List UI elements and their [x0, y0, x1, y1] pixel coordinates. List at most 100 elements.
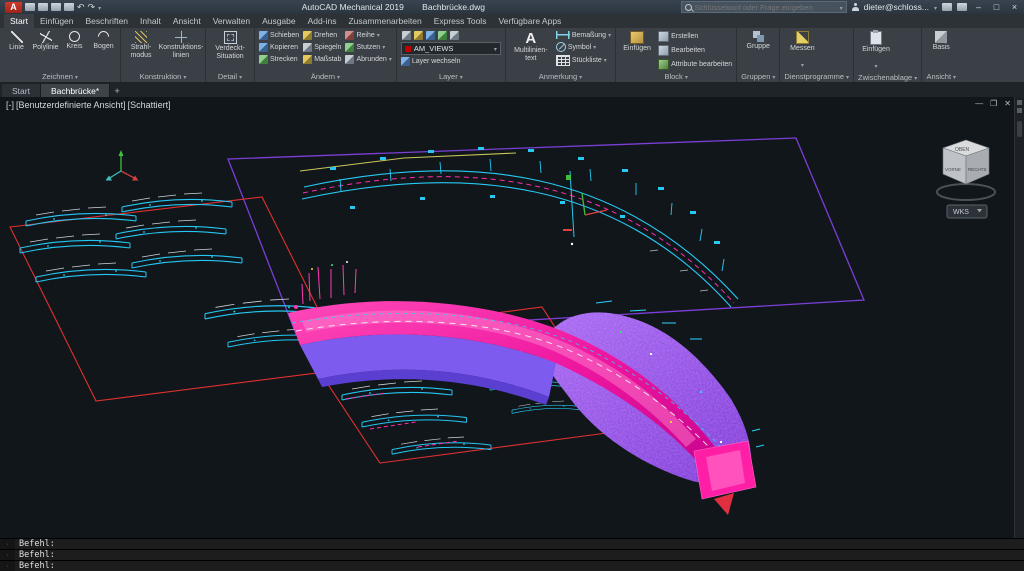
- tool-verdeckt-situation[interactable]: Verdeckt- Situation: [210, 31, 250, 60]
- tool-block-bearbeiten[interactable]: Bearbeiten: [658, 45, 732, 56]
- open-file-icon[interactable]: [38, 3, 48, 11]
- tool-stueckliste[interactable]: Stückliste: [556, 55, 611, 66]
- panel-footer-konstruktion[interactable]: Konstruktion: [121, 71, 205, 82]
- search-box[interactable]: [681, 1, 847, 13]
- ribbon-tab[interactable]: Verwalten: [207, 14, 256, 28]
- panel-footer-ansicht[interactable]: Ansicht: [922, 71, 960, 82]
- tool-kreis[interactable]: Kreis: [62, 31, 87, 51]
- tool-abrunden[interactable]: Abrunden: [345, 55, 391, 64]
- layer-on-icon[interactable]: [414, 31, 423, 40]
- command-row[interactable]: Befehl:: [0, 560, 1024, 571]
- ribbon-tab[interactable]: Einfügen: [34, 14, 80, 28]
- panel-footer-detail[interactable]: Detail: [206, 71, 254, 82]
- file-tab[interactable]: Bachbrücke*: [41, 84, 110, 97]
- viewport-close-button[interactable]: ✕: [1004, 99, 1011, 108]
- tool-symbol[interactable]: Symbol: [556, 42, 611, 52]
- tool-stutzen[interactable]: Stutzen: [345, 43, 391, 52]
- tool-strahlmodus[interactable]: Strahl- modus: [125, 31, 157, 59]
- layer-dropdown[interactable]: AM_VIEWS: [401, 42, 501, 55]
- tool-massstab[interactable]: Maßstab: [303, 55, 341, 64]
- tool-spiegeln[interactable]: Spiegeln: [303, 43, 341, 52]
- panel-footer-zwischenablage[interactable]: Zwischenablage: [854, 73, 921, 82]
- close-button[interactable]: ×: [1008, 2, 1021, 12]
- viewport-view-control[interactable]: [Benutzerdefinierte Ansicht]: [16, 100, 126, 110]
- tool-kopieren[interactable]: Kopieren: [259, 43, 299, 52]
- model-space-view[interactable]: OBEN VORNE RECHTS WKS: [0, 97, 1024, 538]
- tool-drehen[interactable]: Drehen: [303, 31, 341, 40]
- wks-dropdown[interactable]: WKS: [947, 205, 987, 218]
- tool-schieben[interactable]: Schieben: [259, 31, 299, 40]
- new-file-icon[interactable]: [25, 3, 35, 11]
- app-store-icon[interactable]: [942, 3, 952, 11]
- tool-gruppe[interactable]: Gruppe: [741, 31, 775, 51]
- viewport-minimize-button[interactable]: —: [975, 99, 983, 108]
- ribbon-tab[interactable]: Start: [4, 14, 34, 28]
- ribbon-tab[interactable]: Verfügbare Apps: [492, 14, 567, 28]
- tool-konstruktionslinien[interactable]: Konstruktions- linien: [161, 31, 201, 59]
- viewport-minimize-control[interactable]: [-]: [6, 100, 14, 110]
- strip-scroll-thumb[interactable]: [1017, 121, 1022, 137]
- quick-access-caret-icon[interactable]: [98, 2, 101, 12]
- layer-switch-button[interactable]: Layer wechseln: [401, 57, 501, 66]
- drawing-area[interactable]: [-] [Benutzerdefinierte Ansicht] [Schatt…: [0, 97, 1024, 538]
- layer-freeze-icon[interactable]: [426, 31, 435, 40]
- tool-attribute-bearbeiten[interactable]: Attribute bearbeiten: [658, 59, 732, 70]
- undo-icon[interactable]: ↶: [77, 3, 85, 11]
- panel-konstruktion-body: Strahl- modus Konstruktions- linien: [121, 28, 205, 71]
- panel-footer-block[interactable]: Block: [616, 71, 736, 82]
- viewcube-compass-ring[interactable]: [937, 184, 995, 200]
- layer-lock-icon[interactable]: [438, 31, 447, 40]
- help-icon[interactable]: [957, 3, 967, 11]
- layer-match-icon[interactable]: [450, 31, 459, 40]
- strip-icon-second[interactable]: [1017, 108, 1022, 113]
- layer-properties-icon[interactable]: [402, 31, 411, 40]
- viewcube[interactable]: OBEN VORNE RECHTS: [937, 140, 995, 200]
- panel-footer-layer[interactable]: Layer: [397, 71, 505, 82]
- panel-footer-gruppen[interactable]: Gruppen: [737, 71, 779, 82]
- tool-bemassung[interactable]: Bemaßung: [556, 31, 611, 39]
- command-line-area[interactable]: Befehl: Befehl: Befehl:: [0, 538, 1024, 568]
- ribbon-tab[interactable]: Express Tools: [428, 14, 493, 28]
- tool-block-erstellen[interactable]: Erstellen: [658, 31, 732, 42]
- ribbon-tab[interactable]: Inhalt: [134, 14, 167, 28]
- restore-button[interactable]: □: [990, 2, 1003, 12]
- minimize-button[interactable]: –: [972, 2, 985, 12]
- user-name[interactable]: dieter@schloss...: [864, 2, 929, 12]
- ribbon-tab[interactable]: Ausgabe: [256, 14, 302, 28]
- panel-footer-anmerkung[interactable]: Anmerkung: [506, 71, 615, 82]
- ribbon-tab[interactable]: Ansicht: [167, 14, 207, 28]
- tool-messen[interactable]: Messen: [784, 31, 820, 72]
- tool-paste-einfuegen[interactable]: Einfügen: [858, 31, 894, 73]
- panel-dienstprogramme: Messen Dienstprogramme: [780, 28, 854, 82]
- strip-icon-top[interactable]: [1017, 100, 1022, 105]
- command-row[interactable]: Befehl:: [0, 549, 1024, 560]
- panel-footer-dienstprogramme[interactable]: Dienstprogramme: [780, 72, 853, 82]
- search-input[interactable]: [695, 3, 837, 12]
- command-row[interactable]: Befehl:: [0, 538, 1024, 549]
- file-tab[interactable]: Start: [2, 84, 41, 97]
- tool-reihe[interactable]: Reihe: [345, 31, 391, 40]
- tool-strecken[interactable]: Strecken: [259, 55, 299, 64]
- tool-polylinie[interactable]: Polylinie: [33, 31, 58, 52]
- tool-multilinientext[interactable]: A Multilinien- text: [510, 31, 552, 62]
- panel-footer-aendern[interactable]: Ändern: [255, 71, 396, 82]
- ribbon-tab[interactable]: Add-ins: [302, 14, 343, 28]
- tool-basis[interactable]: Basis: [926, 31, 956, 52]
- ribbon-tab[interactable]: Zusammenarbeiten: [342, 14, 427, 28]
- user-avatar-icon[interactable]: [852, 3, 859, 11]
- viewport-visual-style-control[interactable]: [Schattiert]: [128, 100, 171, 110]
- search-caret-icon[interactable]: [840, 2, 843, 12]
- new-drawing-tab-button[interactable]: +: [110, 84, 124, 97]
- autocad-logo[interactable]: A: [5, 2, 22, 13]
- redo-icon[interactable]: ↷: [88, 3, 96, 11]
- viewport-restore-button[interactable]: ❐: [990, 99, 997, 108]
- save-file-icon[interactable]: [51, 3, 61, 11]
- tool-bogen[interactable]: Bogen: [91, 31, 116, 51]
- user-caret-icon[interactable]: [934, 2, 937, 12]
- panel-footer-zeichnen[interactable]: Zeichnen: [0, 71, 120, 82]
- tool-block-einfuegen[interactable]: Einfügen: [620, 31, 654, 53]
- ucs-icon[interactable]: [106, 150, 139, 181]
- plot-icon[interactable]: [64, 3, 74, 11]
- tool-linie[interactable]: Linie: [4, 31, 29, 52]
- ribbon-tab[interactable]: Beschriften: [80, 14, 135, 28]
